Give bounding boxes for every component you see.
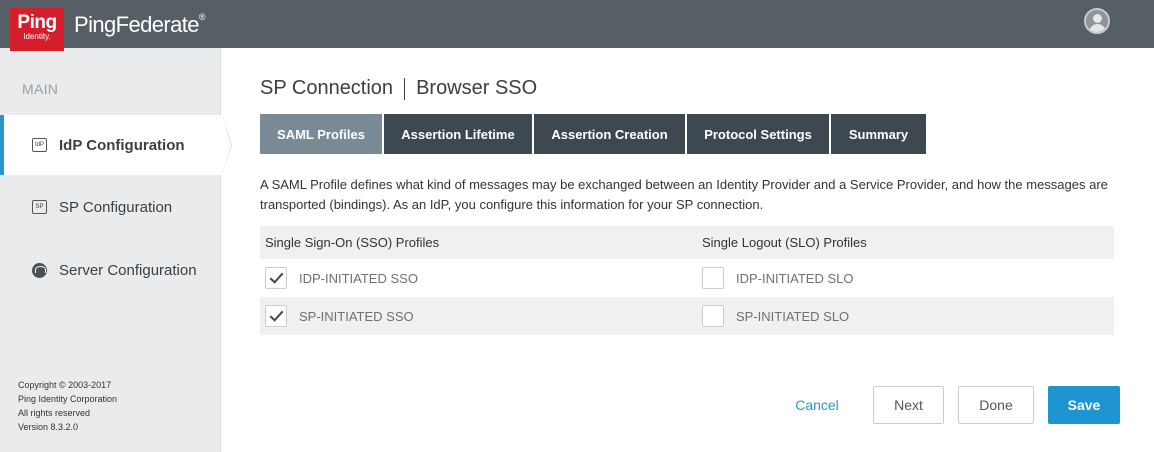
sidebar: MAIN IdP IdP Configuration SP SP Configu… [0, 48, 232, 452]
server-icon [32, 262, 47, 278]
sidebar-heading: MAIN [22, 81, 59, 97]
sidebar-item-idp-configuration[interactable]: IdP IdP Configuration [0, 115, 232, 175]
done-button[interactable]: Done [958, 386, 1034, 424]
idp-initiated-sso-label: IDP-INITIATED SSO [299, 270, 418, 286]
idp-initiated-sso-checkbox[interactable] [265, 267, 287, 289]
sidebar-item-label: Server Configuration [59, 261, 197, 279]
user-avatar-icon[interactable] [1084, 8, 1110, 34]
tab-protocol-settings[interactable]: Protocol Settings [687, 114, 831, 154]
copyright-line: Copyright © 2003-2017 [18, 380, 112, 390]
copyright-rights: All rights reserved [18, 408, 91, 418]
sidebar-item-label: SP Configuration [59, 198, 173, 216]
slo-header: Single Logout (SLO) Profiles [702, 235, 867, 250]
page-title: SP Connection Browser SSO [260, 77, 537, 100]
save-button[interactable]: Save [1048, 386, 1120, 424]
sidebar-item-server-configuration[interactable]: Server Configuration [0, 240, 221, 300]
sp-icon: SP [32, 200, 47, 214]
tab-summary[interactable]: Summary [831, 114, 926, 154]
profile-row: IDP-INITIATED SSO IDP-INITIATED SLO [260, 259, 1114, 297]
idp-initiated-slo-label: IDP-INITIATED SLO [736, 270, 854, 286]
sidebar-item-label: IdP Configuration [59, 136, 185, 154]
top-bar: Ping Identity. PingFederate® [0, 0, 1154, 51]
page-title-main: SP Connection [260, 77, 394, 99]
tab-saml-profiles[interactable]: SAML Profiles [260, 114, 384, 154]
registered-mark: ® [198, 12, 206, 22]
profiles-header: Single Sign-On (SSO) Profiles Single Log… [260, 226, 1114, 259]
title-separator [404, 77, 406, 100]
logo-text: Ping [17, 12, 57, 33]
product-title: PingFederate [74, 12, 199, 37]
copyright-info: Copyright © 2003-2017 Ping Identity Corp… [18, 378, 117, 434]
sso-header: Single Sign-On (SSO) Profiles [265, 235, 440, 250]
profiles-table: Single Sign-On (SSO) Profiles Single Log… [260, 226, 1114, 335]
profile-row: SP-INITIATED SSO SP-INITIATED SLO [260, 297, 1114, 335]
description-text: A SAML Profile defines what kind of mess… [260, 177, 1108, 212]
ping-identity-logo[interactable]: Ping Identity. [10, 8, 64, 51]
sp-initiated-sso-label: SP-INITIATED SSO [299, 308, 414, 324]
idp-initiated-slo-checkbox[interactable] [702, 267, 724, 289]
next-button[interactable]: Next [873, 386, 944, 424]
sp-initiated-slo-checkbox[interactable] [702, 305, 724, 327]
version-text: Version 8.3.2.0 [18, 422, 79, 432]
idp-icon: IdP [32, 138, 47, 152]
sp-initiated-sso-checkbox[interactable] [265, 305, 287, 327]
wizard-tabs: SAML Profiles Assertion Lifetime Asserti… [260, 114, 926, 154]
sp-initiated-slo-label: SP-INITIATED SLO [736, 308, 850, 324]
page-title-sub: Browser SSO [416, 77, 538, 99]
cancel-button[interactable]: Cancel [784, 386, 850, 424]
copyright-company: Ping Identity Corporation [18, 394, 118, 404]
sidebar-item-sp-configuration[interactable]: SP SP Configuration [0, 177, 221, 237]
product-name: PingFederate® [74, 12, 206, 38]
tab-assertion-lifetime[interactable]: Assertion Lifetime [384, 114, 534, 154]
tab-assertion-creation[interactable]: Assertion Creation [534, 114, 687, 154]
